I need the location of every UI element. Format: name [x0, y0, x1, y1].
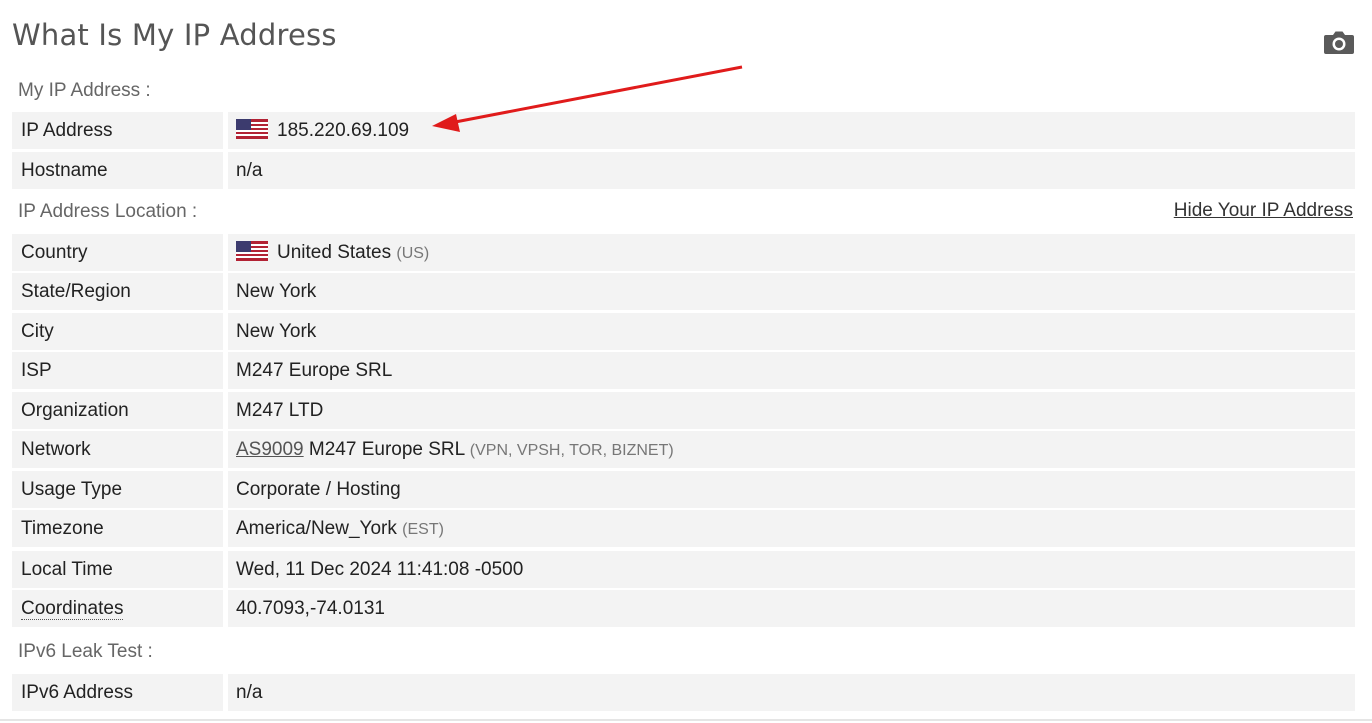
timezone-label: Timezone — [12, 510, 223, 547]
row-local-time: Local Time Wed, 11 Dec 2024 11:41:08 -05… — [12, 551, 1355, 588]
usage-type-label: Usage Type — [12, 471, 223, 508]
row-ipv6-address: IPv6 Address n/a — [12, 674, 1355, 711]
network-tags: (VPN, VPSH, TOR, BIZNET) — [469, 442, 674, 459]
timezone-value-cell: America/New_York (EST) — [228, 510, 1355, 547]
row-city: City New York — [12, 313, 1355, 350]
country-value: United States — [277, 242, 392, 263]
state-label: State/Region — [12, 273, 223, 310]
hide-ip-link[interactable]: Hide Your IP Address — [1174, 200, 1353, 222]
isp-value: M247 Europe SRL — [228, 352, 1355, 389]
organization-label: Organization — [12, 392, 223, 429]
local-time-label: Local Time — [12, 551, 223, 588]
city-value: New York — [228, 313, 1355, 350]
ipv6-address-label: IPv6 Address — [12, 674, 223, 711]
ip-address-label: IP Address — [12, 112, 223, 149]
hostname-value: n/a — [228, 152, 1355, 189]
coordinates-label[interactable]: Coordinates — [21, 598, 124, 620]
ip-address-value: 185.220.69.109 — [277, 120, 410, 141]
row-coordinates: Coordinates 40.7093,-74.0131 — [12, 590, 1355, 627]
row-country: Country United States (US) — [12, 234, 1355, 271]
timezone-value: America/New_York — [236, 518, 397, 539]
us-flag-icon — [236, 119, 268, 139]
row-organization: Organization M247 LTD — [12, 392, 1355, 429]
row-hostname: Hostname n/a — [12, 152, 1355, 189]
section-label-my-ip: My IP Address : — [18, 80, 151, 101]
hostname-label: Hostname — [12, 152, 223, 189]
section-label-location: IP Address Location : — [18, 201, 198, 222]
us-flag-icon — [236, 241, 268, 261]
network-value-cell: AS9009 M247 Europe SRL (VPN, VPSH, TOR, … — [228, 431, 1355, 468]
country-label: Country — [12, 234, 223, 271]
row-isp: ISP M247 Europe SRL — [12, 352, 1355, 389]
coordinates-value: 40.7093,-74.0131 — [228, 590, 1355, 627]
ip-address-value-cell: 185.220.69.109 — [228, 112, 1355, 149]
asn-link[interactable]: AS9009 — [236, 439, 304, 460]
city-label: City — [12, 313, 223, 350]
state-value: New York — [228, 273, 1355, 310]
row-network: Network AS9009 M247 Europe SRL (VPN, VPS… — [12, 431, 1355, 468]
section-label-ipv6: IPv6 Leak Test : — [18, 641, 153, 662]
ipv6-address-value: n/a — [228, 674, 1355, 711]
bottom-divider — [0, 719, 1372, 721]
country-value-cell: United States (US) — [228, 234, 1355, 271]
network-label: Network — [12, 431, 223, 468]
timezone-abbr: (EST) — [402, 521, 444, 538]
organization-value: M247 LTD — [228, 392, 1355, 429]
local-time-value: Wed, 11 Dec 2024 11:41:08 -0500 — [228, 551, 1355, 588]
usage-type-value: Corporate / Hosting — [228, 471, 1355, 508]
red-arrow-annotation — [432, 65, 743, 132]
network-value: M247 Europe SRL — [308, 439, 465, 460]
row-usage-type: Usage Type Corporate / Hosting — [12, 471, 1355, 508]
coordinates-label-cell: Coordinates — [12, 590, 223, 627]
row-timezone: Timezone America/New_York (EST) — [12, 510, 1355, 547]
page-title: What Is My IP Address — [12, 18, 337, 52]
camera-icon[interactable] — [1323, 26, 1355, 58]
row-state: State/Region New York — [12, 273, 1355, 310]
country-code: (US) — [396, 245, 430, 262]
isp-label: ISP — [12, 352, 223, 389]
